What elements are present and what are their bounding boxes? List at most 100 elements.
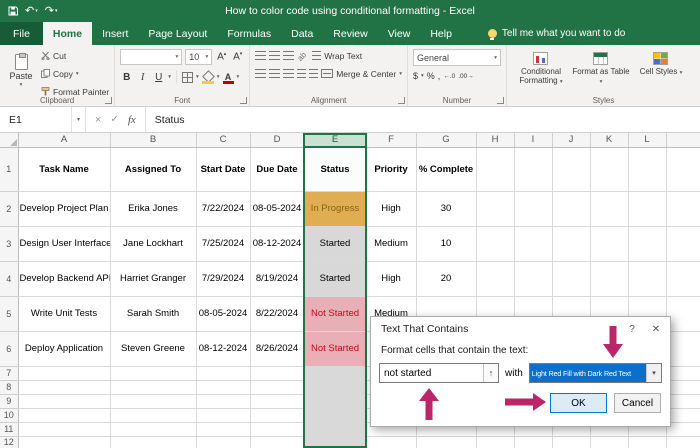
cell-K12[interactable] <box>590 436 628 448</box>
undo-icon[interactable]: ↶▾ <box>25 6 38 17</box>
increase-indent-icon[interactable] <box>309 69 318 78</box>
cell-C8[interactable] <box>196 380 250 394</box>
row-header-8[interactable]: 8 <box>0 380 18 394</box>
cell-A8[interactable] <box>18 380 110 394</box>
cell-M11[interactable] <box>666 422 700 436</box>
cell-E11[interactable] <box>304 422 366 436</box>
column-header-j[interactable]: J <box>552 133 590 147</box>
cell-D2[interactable]: 08-05-2024 <box>250 191 304 226</box>
cell-M6[interactable] <box>666 331 700 366</box>
tab-home[interactable]: Home <box>43 22 92 45</box>
tab-insert[interactable]: Insert <box>92 22 138 45</box>
cell-H4[interactable] <box>476 261 514 296</box>
cell-C7[interactable] <box>196 366 250 380</box>
orientation-icon[interactable]: ab <box>296 48 311 63</box>
cell-D6[interactable]: 8/26/2024 <box>250 331 304 366</box>
row-header-7[interactable]: 7 <box>0 366 18 380</box>
font-color-icon[interactable]: A <box>223 72 234 82</box>
cell-E5[interactable]: Not Started <box>304 296 366 331</box>
cell-G1[interactable]: % Complete <box>416 147 476 191</box>
cell-B10[interactable] <box>110 408 196 422</box>
cell-A3[interactable]: Design User Interface <box>18 226 110 261</box>
cell-B9[interactable] <box>110 394 196 408</box>
cell-B8[interactable] <box>110 380 196 394</box>
column-header-f[interactable]: F <box>366 133 416 147</box>
cell-A6[interactable]: Deploy Application <box>18 331 110 366</box>
row-header-5[interactable]: 5 <box>0 296 18 331</box>
row-header-1[interactable]: 1 <box>0 147 18 191</box>
cell-I2[interactable] <box>514 191 552 226</box>
cell-J3[interactable] <box>552 226 590 261</box>
font-name-select[interactable]: ▾ <box>120 49 182 65</box>
ok-button[interactable]: OK <box>550 393 607 413</box>
font-dialog-launcher-icon[interactable] <box>240 97 247 104</box>
tab-review[interactable]: Review <box>323 22 377 45</box>
percent-style-icon[interactable]: % <box>427 71 435 81</box>
row-header-3[interactable]: 3 <box>0 226 18 261</box>
cell-F3[interactable]: Medium <box>366 226 416 261</box>
cell-B12[interactable] <box>110 436 196 448</box>
cell-M12[interactable] <box>666 436 700 448</box>
confirm-entry-icon[interactable]: ✓ <box>110 114 118 125</box>
cell-M1[interactable] <box>666 147 700 191</box>
cell-J4[interactable] <box>552 261 590 296</box>
column-header-c[interactable]: C <box>196 133 250 147</box>
cell-E3[interactable]: Started <box>304 226 366 261</box>
cell-E8[interactable] <box>304 380 366 394</box>
increase-decimal-icon[interactable]: ←.0 <box>443 73 455 80</box>
cell-I1[interactable] <box>514 147 552 191</box>
cell-G4[interactable]: 20 <box>416 261 476 296</box>
merge-center-button[interactable]: Merge & Center ▾ <box>321 67 402 80</box>
cell-K4[interactable] <box>590 261 628 296</box>
cell-M8[interactable] <box>666 380 700 394</box>
format-style-dropdown[interactable]: Light Red Fill with Dark Red Text ▾ <box>529 363 662 383</box>
column-header-e[interactable]: E <box>304 133 366 147</box>
row-header-9[interactable]: 9 <box>0 394 18 408</box>
cell-B6[interactable]: Steven Greene <box>110 331 196 366</box>
alignment-dialog-launcher-icon[interactable] <box>398 97 405 104</box>
cell-D11[interactable] <box>250 422 304 436</box>
format-as-table-button[interactable]: Format as Table ▾ <box>572 49 630 86</box>
cell-A11[interactable] <box>18 422 110 436</box>
paste-button[interactable]: Paste ▾ <box>5 49 37 93</box>
cell-D5[interactable]: 8/22/2024 <box>250 296 304 331</box>
cell-A7[interactable] <box>18 366 110 380</box>
cell-E12[interactable] <box>304 436 366 448</box>
cell-L12[interactable] <box>628 436 666 448</box>
name-box-dropdown-icon[interactable]: ▾ <box>71 107 85 132</box>
column-header-l[interactable]: L <box>628 133 666 147</box>
cell-C9[interactable] <box>196 394 250 408</box>
underline-button[interactable]: U <box>152 72 165 83</box>
cell-D12[interactable] <box>250 436 304 448</box>
cell-A5[interactable]: Write Unit Tests <box>18 296 110 331</box>
cell-C1[interactable]: Start Date <box>196 147 250 191</box>
cancel-button[interactable]: Cancel <box>614 393 661 413</box>
insert-function-icon[interactable]: fx <box>128 114 136 126</box>
cell-A4[interactable]: Develop Backend API <box>18 261 110 296</box>
decrease-decimal-icon[interactable]: .00→ <box>458 73 474 80</box>
row-header-11[interactable]: 11 <box>0 422 18 436</box>
bold-button[interactable]: B <box>120 72 133 83</box>
cell-I3[interactable] <box>514 226 552 261</box>
cell-E4[interactable]: Started <box>304 261 366 296</box>
cell-G3[interactable]: 10 <box>416 226 476 261</box>
font-color-dropdown-icon[interactable]: ▾ <box>237 74 240 80</box>
tab-formulas[interactable]: Formulas <box>217 22 281 45</box>
cell-D3[interactable]: 08-12-2024 <box>250 226 304 261</box>
tab-help[interactable]: Help <box>420 22 462 45</box>
align-middle-icon[interactable] <box>269 51 280 60</box>
collapse-dialog-icon[interactable]: ↑ <box>483 364 498 382</box>
cell-I4[interactable] <box>514 261 552 296</box>
column-header-k[interactable]: K <box>590 133 628 147</box>
cell-M7[interactable] <box>666 366 700 380</box>
redo-icon[interactable]: ↷▾ <box>45 6 58 17</box>
cell-L1[interactable] <box>628 147 666 191</box>
cell-M5[interactable] <box>666 296 700 331</box>
cell-E6[interactable]: Not Started <box>304 331 366 366</box>
accounting-dropdown-icon[interactable]: ▾ <box>421 73 424 79</box>
format-style-dropdown-arrow-icon[interactable]: ▾ <box>646 364 661 382</box>
cell-B11[interactable] <box>110 422 196 436</box>
cell-B4[interactable]: Harriet Granger <box>110 261 196 296</box>
column-header-b[interactable]: B <box>110 133 196 147</box>
cell-L4[interactable] <box>628 261 666 296</box>
